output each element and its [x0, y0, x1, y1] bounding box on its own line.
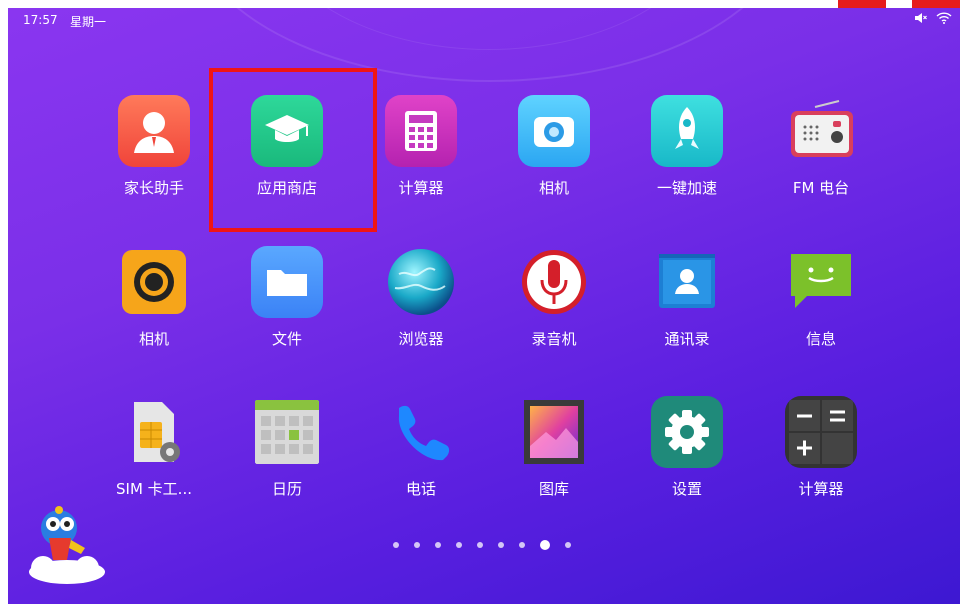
- app-label: 通讯录: [664, 330, 710, 348]
- app-label: 信息: [805, 330, 836, 348]
- app-gallery[interactable]: 图库: [494, 396, 614, 498]
- app-label: 家长助手: [123, 179, 184, 197]
- app-label: 文件: [271, 330, 302, 348]
- message-icon: [785, 246, 857, 318]
- gear-icon: [651, 396, 723, 468]
- mascot-icon[interactable]: [21, 498, 107, 588]
- selection-highlight: [209, 68, 377, 232]
- microphone-icon: [518, 246, 590, 318]
- weekday: 星期一: [70, 15, 107, 29]
- app-phone[interactable]: 电话: [361, 396, 481, 498]
- app-label: 相机: [538, 179, 569, 197]
- app-calculator[interactable]: 计算器: [361, 95, 481, 197]
- page-dot-current[interactable]: [540, 540, 550, 550]
- page-dot[interactable]: [393, 542, 399, 548]
- top-edge: [0, 0, 960, 8]
- app-label: 相机: [138, 330, 169, 348]
- page-dot[interactable]: [435, 542, 441, 548]
- app-files[interactable]: 文件: [227, 246, 347, 348]
- calendar-icon: [251, 396, 323, 468]
- gallery-icon: [518, 396, 590, 468]
- radio-icon: [785, 95, 857, 167]
- app-contacts[interactable]: 通讯录: [627, 246, 747, 348]
- top-red-marker: [838, 0, 886, 8]
- page-dot[interactable]: [414, 542, 420, 548]
- app-label: 设置: [671, 480, 702, 498]
- page-indicator[interactable]: [393, 540, 571, 550]
- app-parent-assistant[interactable]: 家长助手: [94, 95, 214, 197]
- app-recorder[interactable]: 录音机: [494, 246, 614, 348]
- status-bar: 17:57 星期一: [8, 8, 960, 32]
- mute-icon: [915, 13, 927, 23]
- calculator-icon: [385, 95, 457, 167]
- phone-icon: [385, 396, 457, 468]
- folder-icon: [251, 246, 323, 318]
- app-label: 计算器: [398, 179, 444, 197]
- app-speed-boost[interactable]: 一键加速: [627, 95, 747, 197]
- page-dot[interactable]: [456, 542, 462, 548]
- clock: 17:57: [23, 13, 58, 27]
- page-dot[interactable]: [519, 542, 525, 548]
- app-messages[interactable]: 信息: [761, 246, 881, 348]
- wifi-icon: [936, 12, 952, 24]
- app-settings[interactable]: 设置: [627, 396, 747, 498]
- app-camera-2[interactable]: 相机: [94, 246, 214, 348]
- app-label: 一键加速: [656, 179, 717, 197]
- app-label: SIM 卡工...: [116, 480, 192, 498]
- home-screen: 17:57 星期一 家长助手 应用商店 计算器 相机 一键加速 FM 电台 相机…: [8, 8, 960, 604]
- calculator-dark-icon: [785, 396, 857, 468]
- app-label: 计算器: [798, 480, 844, 498]
- camera-icon: [518, 95, 590, 167]
- page-dot[interactable]: [477, 542, 483, 548]
- app-label: FM 电台: [792, 179, 850, 197]
- contacts-icon: [651, 246, 723, 318]
- app-fm-radio[interactable]: FM 电台: [761, 95, 881, 197]
- globe-icon: [385, 246, 457, 318]
- app-label: 录音机: [531, 330, 577, 348]
- page-dot[interactable]: [498, 542, 504, 548]
- app-sim-toolkit[interactable]: SIM 卡工...: [94, 396, 214, 498]
- app-browser[interactable]: 浏览器: [361, 246, 481, 348]
- app-calculator-2[interactable]: 计算器: [761, 396, 881, 498]
- app-calendar[interactable]: 日历: [227, 396, 347, 498]
- app-label: 图库: [538, 480, 569, 498]
- parent-assistant-icon: [118, 95, 190, 167]
- rocket-icon: [651, 95, 723, 167]
- app-label: 电话: [405, 480, 436, 498]
- camera-aperture-icon: [118, 246, 190, 318]
- page-dot[interactable]: [565, 542, 571, 548]
- app-label: 浏览器: [398, 330, 444, 348]
- app-label: 日历: [271, 480, 302, 498]
- sim-card-icon: [118, 396, 190, 468]
- top-red-marker: [912, 0, 960, 8]
- app-camera[interactable]: 相机: [494, 95, 614, 197]
